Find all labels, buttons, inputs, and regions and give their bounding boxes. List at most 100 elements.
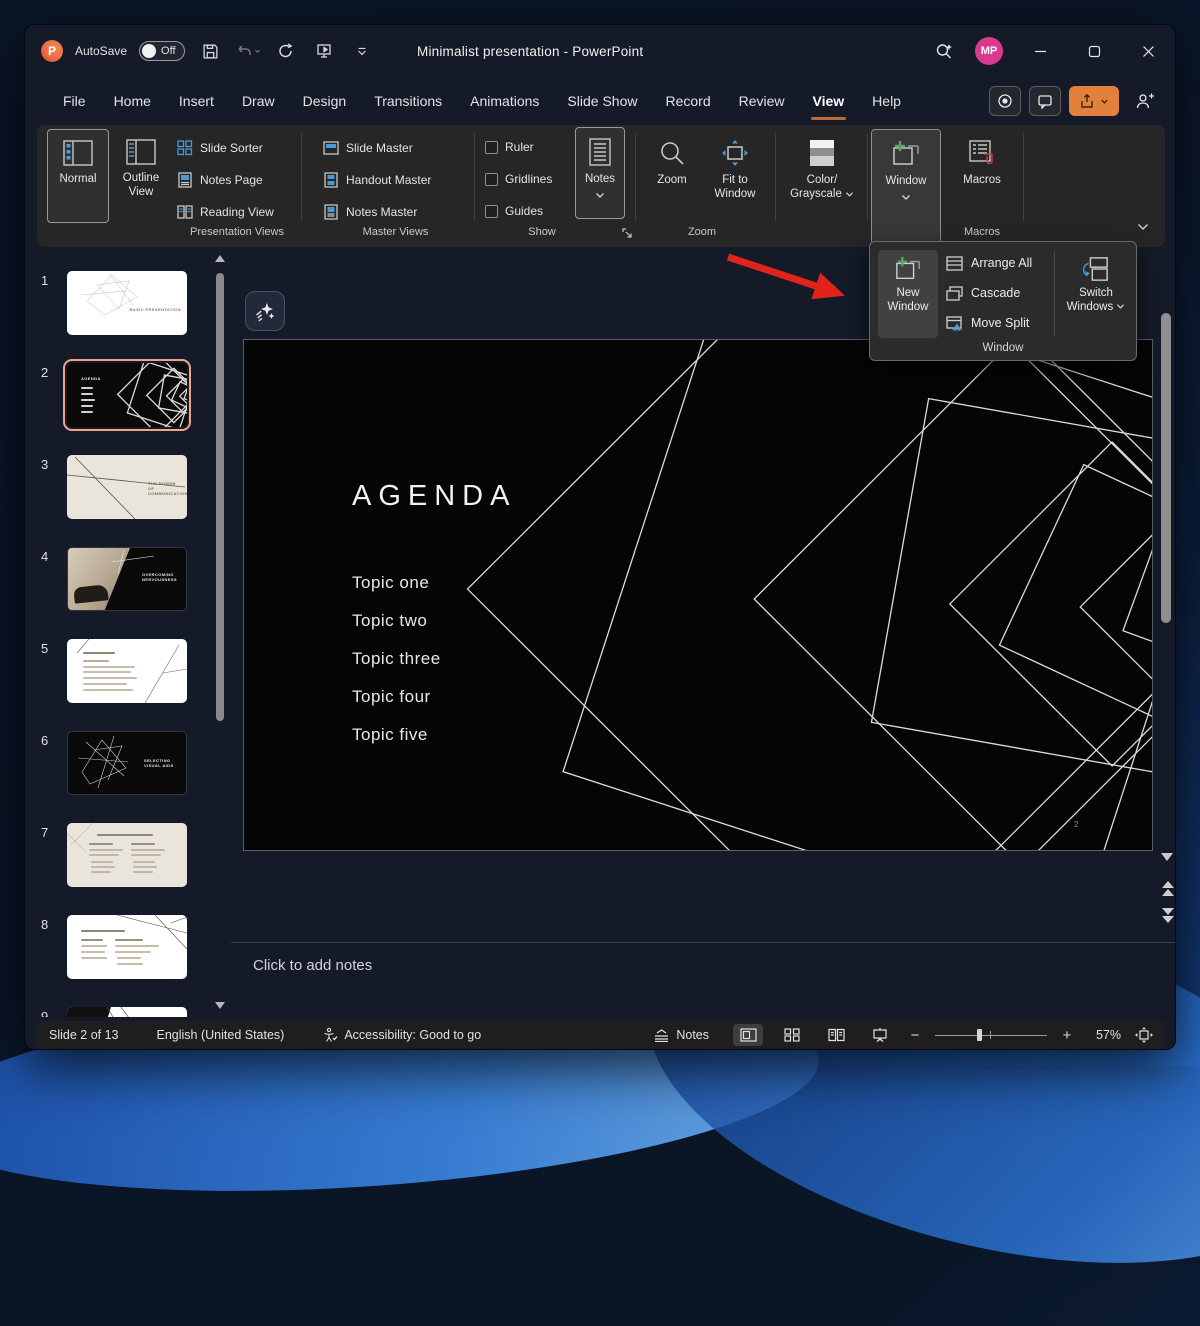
checkbox-icon[interactable] xyxy=(485,141,498,154)
slide-topic[interactable]: Topic four xyxy=(352,687,431,707)
record-button[interactable] xyxy=(989,86,1021,116)
tab-file[interactable]: File xyxy=(49,77,100,125)
user-avatar[interactable]: MP xyxy=(975,37,1003,65)
share-button[interactable] xyxy=(1069,86,1119,116)
zoom-slider-knob[interactable] xyxy=(977,1029,982,1041)
normal-view-button[interactable]: Normal xyxy=(47,129,109,223)
scroll-down-arrow-icon[interactable] xyxy=(215,1002,225,1009)
autosave-toggle[interactable]: Off xyxy=(139,41,185,61)
maximize-button[interactable] xyxy=(1067,25,1121,77)
previous-slide-button[interactable] xyxy=(1161,881,1175,897)
undo-button[interactable] xyxy=(235,38,261,64)
tab-view[interactable]: View xyxy=(799,77,859,125)
scroll-down-arrow-icon[interactable] xyxy=(1161,853,1173,861)
slide-topic[interactable]: Topic five xyxy=(352,725,428,745)
zoom-slider-track[interactable] xyxy=(935,1035,1047,1036)
comments-button[interactable] xyxy=(1029,86,1061,116)
collapse-ribbon-chevron-icon[interactable] xyxy=(1137,223,1149,231)
slide-1-thumbnail[interactable]: BASIC PRESENTATION xyxy=(67,271,187,335)
tab-slide-show[interactable]: Slide Show xyxy=(553,77,651,125)
minimize-button[interactable] xyxy=(1013,25,1067,77)
tab-animations[interactable]: Animations xyxy=(456,77,553,125)
tab-design[interactable]: Design xyxy=(289,77,361,125)
language-status[interactable]: English (United States) xyxy=(157,1028,285,1042)
tab-transitions[interactable]: Transitions xyxy=(360,77,456,125)
checkbox-icon[interactable] xyxy=(485,205,498,218)
slide-title[interactable]: AGENDA xyxy=(352,480,516,513)
slide-number: 2 xyxy=(41,365,48,380)
macros-button[interactable]: Macros xyxy=(951,129,1013,223)
slide-topic[interactable]: Topic three xyxy=(352,649,441,669)
search-sparkle-icon[interactable] xyxy=(923,25,965,77)
fit-to-window-button[interactable]: Fit to Window xyxy=(703,129,767,223)
slide-canvas[interactable]: AGENDA Topic one Topic two Topic three T… xyxy=(243,339,1153,851)
scrollbar-thumb[interactable] xyxy=(216,273,224,721)
normal-view-status-button[interactable] xyxy=(733,1024,763,1046)
fit-slide-to-window-button[interactable] xyxy=(1135,1027,1153,1043)
slide-3-thumbnail[interactable]: THE POWER OF COMMUNICATION xyxy=(67,455,187,519)
save-button[interactable] xyxy=(197,38,223,64)
slide-master-label: Slide Master xyxy=(346,141,413,155)
tab-draw[interactable]: Draw xyxy=(228,77,289,125)
cascade-menu-item[interactable]: Cascade xyxy=(946,280,1054,306)
designer-sparkle-button[interactable] xyxy=(245,291,285,331)
redo-button[interactable] xyxy=(273,38,299,64)
ruler-checkbox[interactable]: Ruler xyxy=(485,135,534,159)
slide-8-thumbnail[interactable] xyxy=(67,915,187,979)
slide-topic[interactable]: Topic two xyxy=(352,611,427,631)
slideshow-status-button[interactable] xyxy=(865,1024,895,1046)
slide-6-thumbnail[interactable]: SELECTING VISUAL AIDS xyxy=(67,731,187,795)
switch-windows-menu-item[interactable]: Switch Windows xyxy=(1062,250,1130,338)
zoom-out-button[interactable]: − xyxy=(909,1027,921,1044)
notes-master-button[interactable]: Notes Master xyxy=(323,199,417,225)
accessibility-status[interactable]: Accessibility: Good to go xyxy=(322,1027,481,1043)
zoom-button[interactable]: Zoom xyxy=(643,129,701,223)
guides-checkbox[interactable]: Guides xyxy=(485,199,543,223)
checkbox-icon[interactable] xyxy=(485,173,498,186)
show-dialog-launcher-icon[interactable] xyxy=(621,227,633,239)
scrollbar-thumb[interactable] xyxy=(1161,313,1171,623)
slide-count-status[interactable]: Slide 2 of 13 xyxy=(49,1028,119,1042)
start-slideshow-button[interactable] xyxy=(311,38,337,64)
zoom-percentage[interactable]: 57% xyxy=(1087,1028,1121,1042)
notes-pane[interactable]: Click to add notes xyxy=(231,942,1176,1021)
slide-sorter-button[interactable]: Slide Sorter xyxy=(177,135,263,161)
reading-view-button[interactable]: Reading View xyxy=(177,199,274,225)
window-button[interactable]: Window xyxy=(871,129,941,245)
slide-4-thumbnail[interactable]: OVERCOMING NERVOUSNESS xyxy=(67,547,187,611)
arrange-all-menu-item[interactable]: Arrange All xyxy=(946,250,1054,276)
outline-view-button[interactable]: Outline View xyxy=(111,129,171,223)
slide-5-thumbnail[interactable] xyxy=(67,639,187,703)
slide-topic[interactable]: Topic one xyxy=(352,573,429,593)
notes-status-button[interactable]: Notes xyxy=(653,1028,709,1042)
scroll-up-arrow-icon[interactable] xyxy=(215,255,225,262)
slide-9-thumbnail[interactable] xyxy=(67,1007,187,1017)
new-window-menu-item[interactable]: New Window xyxy=(878,250,938,338)
tab-home[interactable]: Home xyxy=(100,77,165,125)
gridlines-checkbox[interactable]: Gridlines xyxy=(485,167,552,191)
notes-page-button[interactable]: Notes Page xyxy=(177,167,263,193)
color-grayscale-button[interactable]: Color/ Grayscale xyxy=(781,129,863,223)
customize-toolbar-chevron-icon[interactable] xyxy=(349,38,375,64)
slide-master-button[interactable]: Slide Master xyxy=(323,135,413,161)
powerpoint-logo-icon[interactable]: P xyxy=(41,40,63,62)
reading-view-status-button[interactable] xyxy=(821,1024,851,1046)
thumbnail-scrollbar[interactable] xyxy=(215,251,225,1013)
slide-2-thumbnail-selected[interactable]: AGENDA xyxy=(67,363,187,427)
next-slide-button[interactable] xyxy=(1161,907,1175,923)
zoom-in-button[interactable]: + xyxy=(1061,1027,1073,1044)
tab-help[interactable]: Help xyxy=(858,77,915,125)
close-button[interactable] xyxy=(1121,25,1175,77)
slide-sorter-status-button[interactable] xyxy=(777,1024,807,1046)
editor-scrollbar[interactable] xyxy=(1159,253,1173,953)
slide-7-thumbnail[interactable] xyxy=(67,823,187,887)
tab-insert[interactable]: Insert xyxy=(165,77,228,125)
tab-record[interactable]: Record xyxy=(651,77,724,125)
move-split-menu-item[interactable]: Move Split xyxy=(946,310,1054,336)
zoom-slider[interactable] xyxy=(935,1028,1047,1042)
tab-review[interactable]: Review xyxy=(725,77,799,125)
people-presence-icon[interactable] xyxy=(1127,86,1163,116)
notes-button[interactable]: Notes xyxy=(575,127,625,219)
handout-master-button[interactable]: Handout Master xyxy=(323,167,431,193)
notes-placeholder[interactable]: Click to add notes xyxy=(253,957,372,974)
